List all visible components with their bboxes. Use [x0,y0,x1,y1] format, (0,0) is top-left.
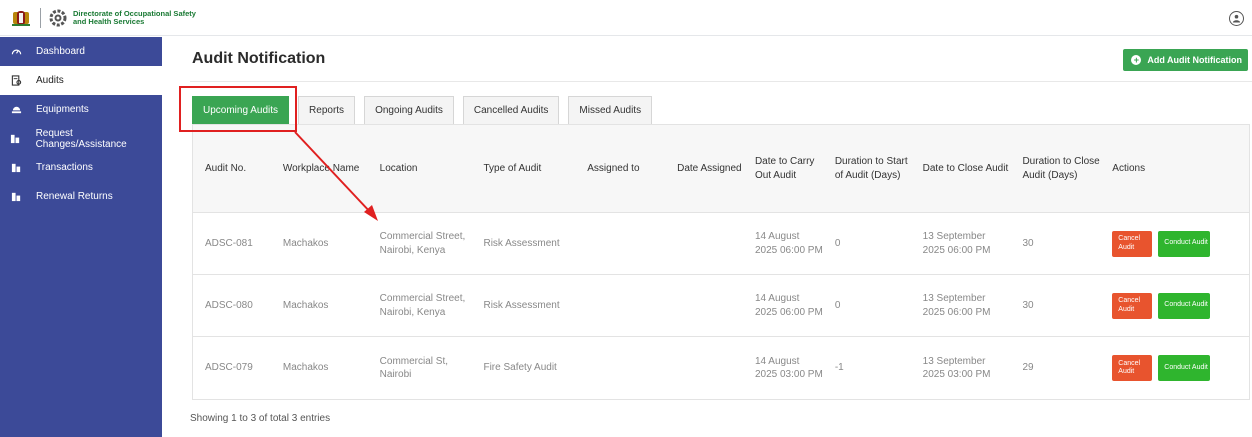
cell-audit-no: ADSC-081 [205,237,253,249]
tab-cancelled-audits[interactable]: Cancelled Audits [462,96,560,124]
org-name-line2: and Health Services [73,16,145,26]
cell-date-close: 13 September 2025 06:00 PM [922,231,991,256]
page-title: Audit Notification [192,50,326,67]
cell-date-carry-out: 14 August 2025 06:00 PM [754,231,823,256]
main-content: Audit Notification + Add Audit Notificat… [162,37,1252,437]
cell-actions: Cancel Audit Conduct Audit [1100,275,1249,336]
sidebar-item-label: Renewal Returns [36,191,113,202]
cell-audit-no: ADSC-079 [205,362,253,374]
pagination-info: Showing 1 to 3 of total 3 entries [190,413,331,424]
plus-icon: + [1131,55,1142,65]
conduct-audit-button[interactable]: Conduct Audit [1158,355,1211,381]
logo-divider [40,7,41,28]
cell-duration-close: 29 [1022,362,1034,374]
cell-actions: Cancel Audit Conduct Audit [1100,337,1249,399]
cell-duration-start: 0 [834,299,841,311]
cell-assigned-to [575,337,665,399]
coat-of-arms-icon [10,8,32,28]
cell-type: Fire Safety Audit [483,362,557,374]
cell-date-carry-out: 14 August 2025 06:00 PM [754,293,823,318]
cell-duration-close: 30 [1022,299,1034,311]
cell-duration-start: 0 [834,237,841,249]
col-type-of-audit: Type of Audit [483,162,542,174]
col-duration-start: Duration to Start of Audit (Days) [834,156,908,181]
cell-date-assigned [665,275,743,336]
cell-date-assigned [665,213,743,274]
col-date-assigned: Date Assigned [677,162,742,174]
cell-workplace: Machakos [282,362,329,374]
cell-type: Risk Assessment [483,299,560,311]
cell-location: Commercial St, Nairobi [379,355,449,381]
sidebar-item-label: Equipments [36,104,89,115]
top-bar: Directorate of Occupational Safety and H… [0,0,1252,36]
user-avatar-icon[interactable] [1229,11,1244,26]
cell-duration-start: -1 [834,362,844,374]
tab-ongoing-audits[interactable]: Ongoing Audits [364,96,454,124]
dashboard-icon [10,46,22,58]
cell-location: Commercial Street, Nairobi, Kenya [379,231,466,256]
sidebar-item-label: Audits [36,75,64,86]
table-header: Audit No. Workplace Name Location Type o… [193,125,1249,213]
col-workplace-name: Workplace Name [282,162,360,174]
conduct-audit-button[interactable]: Conduct Audit [1158,230,1211,257]
cancel-audit-button[interactable]: Cancel Audit [1112,230,1153,257]
sidebar-item-label: Transactions [36,162,93,173]
cell-location: Commercial Street, Nairobi, Kenya [379,293,466,318]
cell-date-assigned [665,337,743,399]
col-date-close: Date to Close Audit [922,162,1009,174]
cell-date-close: 13 September 2025 06:00 PM [922,293,991,318]
table-row: ADSC-079 Machakos Commercial St, Nairobi… [193,337,1249,399]
transactions-icon [10,162,22,174]
sidebar-item-label: Request Changes/Assistance [35,127,127,150]
tab-missed-audits[interactable]: Missed Audits [568,96,653,124]
cell-workplace: Machakos [282,299,329,311]
col-date-carry-out: Date to Carry Out Audit [754,156,815,181]
cell-duration-close: 30 [1022,237,1034,249]
audits-table: Audit No. Workplace Name Location Type o… [192,124,1250,400]
audit-icon [10,75,22,87]
col-location: Location [379,162,418,174]
org-name: Directorate of Occupational Safety and H… [73,9,213,26]
sidebar-item-request-changes[interactable]: Request Changes/Assistance [0,124,162,153]
sidebar-item-dashboard[interactable]: Dashboard [0,37,162,66]
table-row: ADSC-080 Machakos Commercial Street, Nai… [193,275,1249,337]
tab-reports[interactable]: Reports [298,96,356,124]
sidebar-item-transactions[interactable]: Transactions [0,153,162,182]
cell-workplace: Machakos [282,237,329,249]
cancel-audit-button[interactable]: Cancel Audit [1112,292,1153,319]
conduct-audit-button[interactable]: Conduct Audit [1158,292,1211,319]
cell-type: Risk Assessment [483,237,560,249]
sidebar-item-audits[interactable]: Audits [0,66,162,95]
sidebar-item-label: Dashboard [36,46,85,57]
cell-assigned-to [575,275,665,336]
col-duration-close: Duration to Close Audit (Days) [1022,156,1100,181]
add-button-label: Add Audit Notification [1147,55,1242,65]
renewal-icon [10,191,22,203]
col-actions: Actions [1112,162,1146,174]
equipment-icon [10,104,22,116]
col-audit-no: Audit No. [205,162,247,174]
table-row: ADSC-081 Machakos Commercial Street, Nai… [193,213,1249,275]
brand-logo[interactable]: Directorate of Occupational Safety and H… [0,0,213,36]
annotation-highlight-box [179,86,297,132]
title-divider [190,81,1252,82]
add-audit-notification-button[interactable]: + Add Audit Notification [1123,49,1248,71]
cell-actions: Cancel Audit Conduct Audit [1100,213,1249,274]
sidebar: Dashboard Audits Equipments Request Chan… [0,37,162,437]
gear-logo-icon [49,9,67,27]
cell-date-carry-out: 14 August 2025 03:00 PM [754,355,823,381]
cell-date-close: 13 September 2025 03:00 PM [922,355,991,381]
request-icon [10,133,22,145]
sidebar-item-renewal-returns[interactable]: Renewal Returns [0,182,162,211]
cell-audit-no: ADSC-080 [205,299,253,311]
col-assigned-to: Assigned to [587,162,640,174]
cancel-audit-button[interactable]: Cancel Audit [1112,355,1153,381]
sidebar-item-equipments[interactable]: Equipments [0,95,162,124]
cell-assigned-to [575,213,665,274]
